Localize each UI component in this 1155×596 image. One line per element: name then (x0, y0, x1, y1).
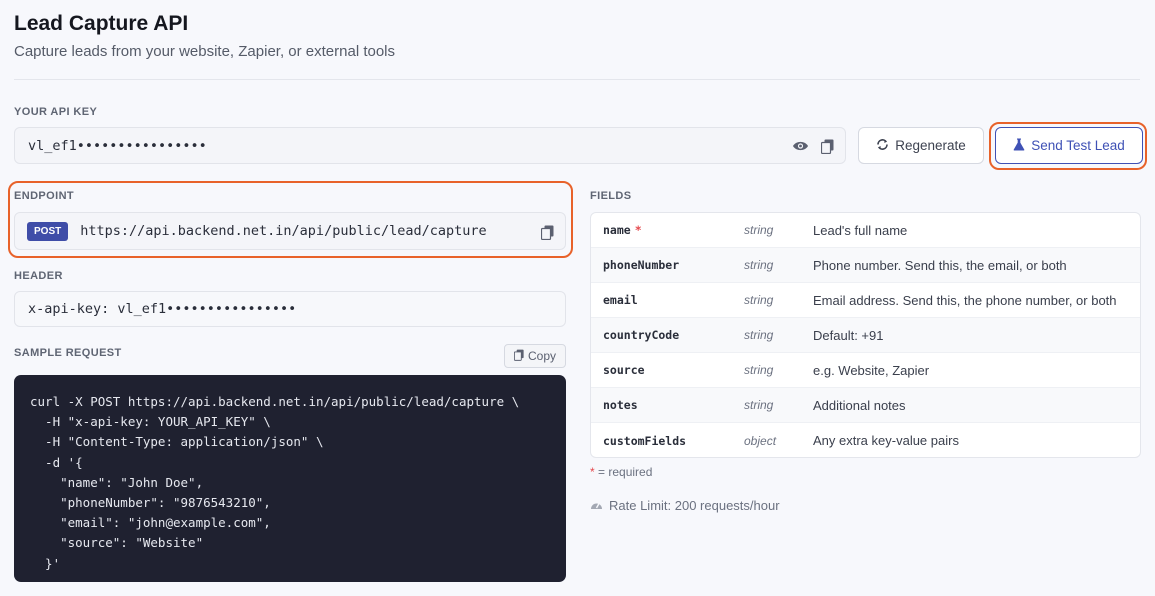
flask-icon (1013, 138, 1025, 154)
table-row: name * string Lead's full name (591, 213, 1140, 248)
rate-limit: Rate Limit: 200 requests/hour (590, 498, 780, 513)
regenerate-label: Regenerate (895, 138, 966, 153)
header-label: HEADER (14, 270, 63, 282)
required-marker: * (634, 223, 642, 237)
field-description: Any extra key-value pairs (813, 433, 959, 448)
header-field: x-api-key: vl_ef1•••••••••••••••• (14, 291, 566, 327)
api-key-value: vl_ef1•••••••••••••••• (28, 137, 207, 154)
field-name: notes (603, 398, 638, 412)
field-type: string (744, 258, 774, 272)
field-type: string (744, 363, 774, 377)
method-badge: POST (27, 221, 69, 241)
field-type: string (744, 398, 774, 412)
field-name: customFields (603, 433, 687, 448)
copy-sample-label: Copy (527, 349, 556, 363)
send-test-lead-label: Send Test Lead (1031, 138, 1125, 153)
field-type: string (744, 328, 774, 342)
fields-table: name * string Lead's full name phoneNumbe… (590, 212, 1141, 458)
copy-sample-button[interactable]: Copy (504, 344, 566, 368)
table-row: countryCode string Default: +91 (591, 318, 1140, 353)
field-description: e.g. Website, Zapier (813, 362, 930, 378)
table-row: phoneNumber string Phone number. Send th… (591, 248, 1140, 283)
rate-limit-text: Rate Limit: 200 requests/hour (609, 498, 780, 513)
field-type: string (744, 223, 774, 237)
field-description: Default: +91 (813, 327, 884, 343)
page-title: Lead Capture API (14, 12, 189, 35)
table-row: notes string Additional notes (591, 388, 1140, 423)
sample-code-block: curl -X POST https://api.backend.net.in/… (14, 375, 566, 582)
api-key-field: vl_ef1•••••••••••••••• (14, 127, 846, 164)
eye-icon[interactable] (791, 137, 809, 155)
header-divider (14, 79, 1140, 80)
refresh-icon (876, 138, 889, 154)
speedometer-icon (590, 498, 603, 513)
copy-icon (513, 349, 524, 364)
field-name: source (603, 363, 645, 377)
field-description: Lead's full name (813, 222, 908, 238)
field-name: countryCode (603, 328, 680, 342)
fields-label: FIELDS (590, 190, 632, 202)
field-type: object (744, 433, 777, 448)
table-row: email string Email address. Send this, t… (591, 283, 1140, 318)
endpoint-url: https://api.backend.net.in/api/public/le… (80, 223, 487, 239)
field-type: string (744, 293, 774, 307)
field-description: Phone number. Send this, the email, or b… (813, 257, 1067, 273)
table-row: customFields object Any extra key-value … (591, 423, 1140, 457)
field-name: phoneNumber (603, 258, 680, 272)
page-subtitle: Capture leads from your website, Zapier,… (14, 43, 396, 60)
field-name: name * (603, 223, 642, 237)
field-description: Email address. Send this, the phone numb… (813, 292, 1117, 308)
field-name: email (603, 293, 638, 307)
sample-request-label: SAMPLE REQUEST (14, 347, 122, 359)
required-note: * = required (590, 465, 653, 479)
header-value: x-api-key: vl_ef1•••••••••••••••• (28, 301, 297, 317)
endpoint-field: POST https://api.backend.net.in/api/publ… (14, 212, 566, 250)
field-description: Additional notes (813, 397, 906, 413)
regenerate-button[interactable]: Regenerate (858, 127, 984, 164)
api-key-label: YOUR API KEY (14, 106, 98, 118)
send-test-lead-button[interactable]: Send Test Lead (995, 127, 1143, 164)
table-row: source string e.g. Website, Zapier (591, 353, 1140, 388)
endpoint-label: ENDPOINT (14, 190, 75, 202)
copy-icon[interactable] (818, 137, 836, 155)
copy-endpoint-icon[interactable] (538, 223, 556, 241)
